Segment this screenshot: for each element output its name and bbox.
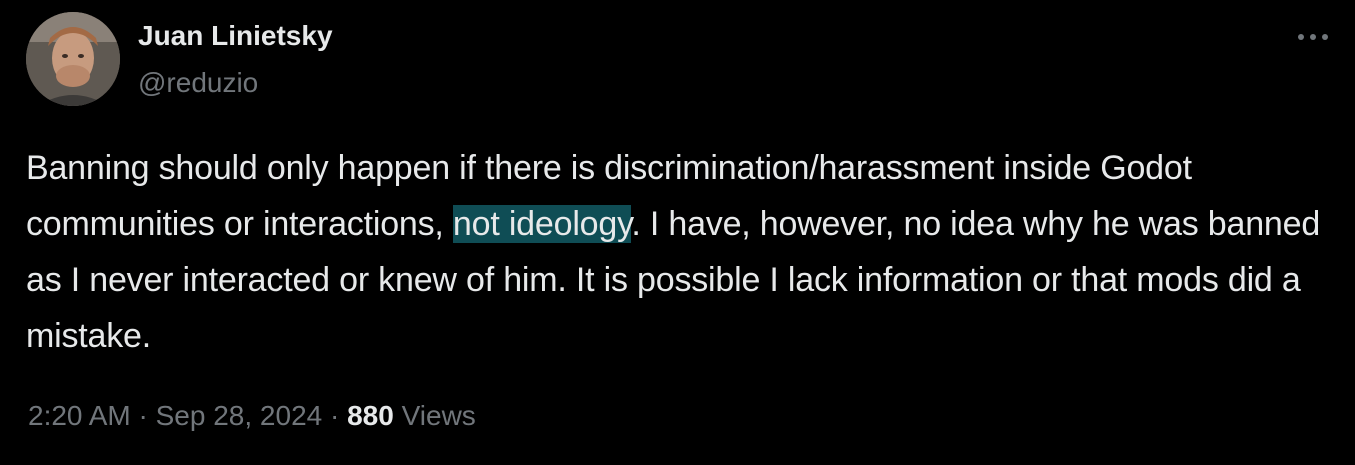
author-display-name[interactable]: Juan Linietsky — [138, 18, 333, 54]
meta-separator: · — [322, 400, 348, 431]
views-label[interactable]: Views — [394, 400, 476, 431]
more-options-button[interactable] — [1293, 24, 1333, 50]
highlighted-text: not ideology — [452, 205, 632, 243]
tweet-meta: 2:20 AM · Sep 28, 2024 · 880 Views — [28, 396, 476, 436]
tweet-text: Banning should only happen if there is d… — [26, 140, 1336, 364]
tweet-card: Juan Linietsky @reduzio Banning should o… — [0, 0, 1355, 465]
tweet-date[interactable]: Sep 28, 2024 — [156, 400, 323, 431]
more-horizontal-icon — [1298, 34, 1328, 40]
avatar[interactable] — [26, 12, 120, 106]
author-handle[interactable]: @reduzio — [138, 66, 258, 100]
views-count[interactable]: 880 — [347, 400, 394, 431]
user-avatar-photo-icon — [26, 12, 120, 106]
meta-separator: · — [130, 400, 156, 431]
tweet-time[interactable]: 2:20 AM — [28, 400, 131, 431]
